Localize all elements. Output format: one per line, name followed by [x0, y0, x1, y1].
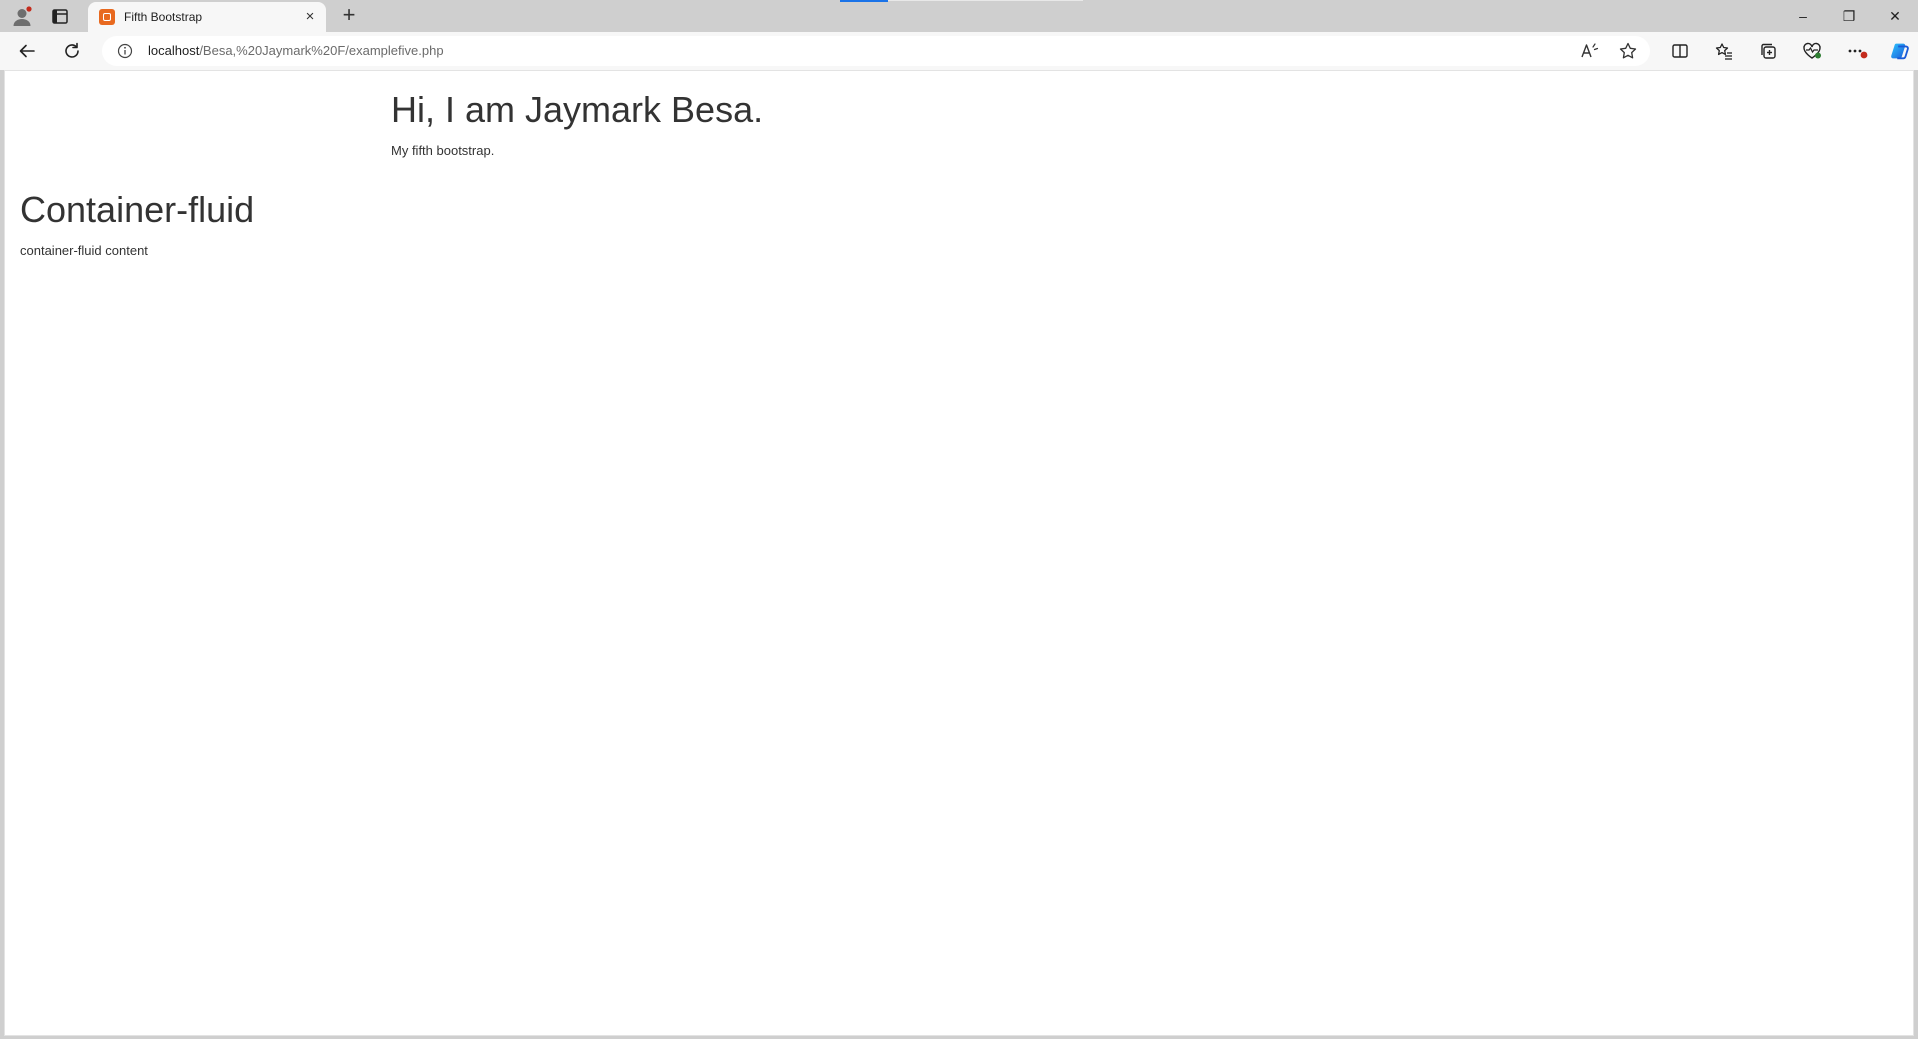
- jumbotron-subtitle: My fifth bootstrap.: [391, 143, 495, 158]
- profile-icon[interactable]: [10, 5, 34, 29]
- tab-strip: Fifth Bootstrap × + – ❐ ✕: [0, 0, 1918, 32]
- copilot-icon[interactable]: [1889, 40, 1911, 62]
- new-tab-button[interactable]: +: [338, 4, 360, 27]
- collections-icon[interactable]: [1757, 40, 1779, 62]
- read-aloud-icon[interactable]: [1578, 40, 1600, 62]
- refresh-icon[interactable]: [61, 40, 83, 62]
- back-arrow-icon[interactable]: [16, 40, 38, 62]
- heart-pulse-icon[interactable]: [1801, 40, 1823, 62]
- info-icon[interactable]: [117, 43, 133, 59]
- close-tab-icon[interactable]: ×: [302, 9, 318, 25]
- more-icon[interactable]: [1846, 40, 1868, 62]
- container-fluid-content: container-fluid content: [20, 243, 148, 258]
- browser-tab[interactable]: Fifth Bootstrap ×: [88, 2, 326, 32]
- split-screen-icon[interactable]: [1669, 40, 1691, 62]
- address-bar[interactable]: localhost/Besa,%20Jaymark%20F/examplefiv…: [102, 36, 1650, 66]
- star-icon[interactable]: [1617, 40, 1639, 62]
- favorites-list-icon[interactable]: [1713, 40, 1735, 62]
- close-window-button[interactable]: ✕: [1872, 0, 1918, 32]
- browser-toolbar: localhost/Besa,%20Jaymark%20F/examplefiv…: [0, 32, 1918, 70]
- tab-title: Fifth Bootstrap: [124, 10, 203, 24]
- url-path: /Besa,%20Jaymark%20F/examplefive.php: [199, 43, 444, 58]
- minimize-button[interactable]: –: [1780, 0, 1826, 32]
- loading-indicator: [840, 0, 888, 2]
- url-host: localhost: [148, 43, 200, 58]
- container-fluid-title: Container-fluid: [20, 189, 255, 230]
- window-controls: – ❐ ✕: [1780, 0, 1918, 32]
- restore-button[interactable]: ❐: [1826, 0, 1872, 32]
- page-viewport: Hi, I am Jaymark Besa. My fifth bootstra…: [4, 70, 1914, 1036]
- url-text[interactable]: localhost/Besa,%20Jaymark%20F/examplefiv…: [148, 43, 444, 58]
- jumbotron-title: Hi, I am Jaymark Besa.: [391, 89, 764, 130]
- xampp-favicon: [99, 9, 115, 25]
- loading-track: [888, 0, 1083, 1]
- tab-actions-icon[interactable]: [48, 6, 72, 28]
